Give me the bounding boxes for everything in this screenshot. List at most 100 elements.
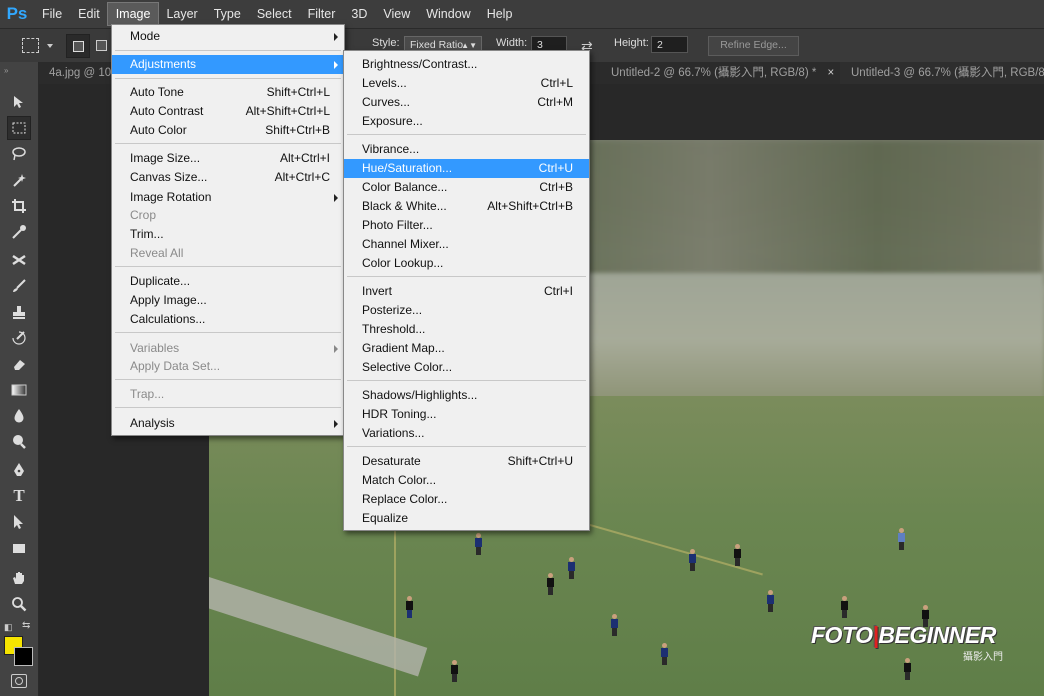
pen-tool-icon[interactable] xyxy=(7,458,31,482)
menu-item-adjustments[interactable]: Adjustments xyxy=(112,55,344,74)
height-input[interactable]: 2 xyxy=(651,36,688,53)
soccer-field xyxy=(209,395,1044,696)
menu-item-trim[interactable]: Trim... xyxy=(112,225,344,244)
menu-item-desaturate[interactable]: Desaturate Shift+Ctrl+U xyxy=(344,452,589,471)
menu-item-posterize[interactable]: Posterize... xyxy=(344,301,589,320)
refine-edge-button[interactable]: Refine Edge... xyxy=(708,36,799,56)
menu-item-apply-image[interactable]: Apply Image... xyxy=(112,291,344,310)
menu-item-canvas-size[interactable]: Canvas Size... Alt+Ctrl+C xyxy=(112,168,344,187)
menu-divider xyxy=(115,266,341,267)
quick-mask-icon[interactable] xyxy=(11,674,27,688)
menu-3d[interactable]: 3D xyxy=(343,0,375,28)
path-selection-tool-icon[interactable] xyxy=(7,510,31,534)
menu-item-apply-data-set: Apply Data Set... xyxy=(130,359,221,373)
blur-tool-icon[interactable] xyxy=(7,404,31,428)
menu-item-mode[interactable]: Mode xyxy=(112,27,344,46)
menu-item-hue-saturation[interactable]: Hue/Saturation... Ctrl+U xyxy=(344,159,589,178)
menu-image[interactable]: Image xyxy=(106,2,160,26)
menu-item-black-white[interactable]: Black & White... Alt+Shift+Ctrl+B xyxy=(344,197,589,216)
menu-divider xyxy=(347,446,586,447)
player xyxy=(568,557,575,579)
eyedropper-tool-icon[interactable] xyxy=(7,220,31,244)
history-brush-tool-icon[interactable] xyxy=(7,326,31,350)
menu-item-image-rotation[interactable]: Image Rotation xyxy=(112,188,344,207)
menu-item-color-balance[interactable]: Color Balance... Ctrl+B xyxy=(344,178,589,197)
eraser-tool-icon[interactable] xyxy=(7,352,31,376)
menu-item-invert[interactable]: Invert Ctrl+I xyxy=(344,282,589,301)
watermark-text: BEGINNER xyxy=(878,622,996,648)
healing-brush-tool-icon[interactable] xyxy=(7,248,31,272)
dodge-tool-icon[interactable] xyxy=(7,430,31,454)
brush-tool-icon[interactable] xyxy=(7,274,31,298)
menu-item-auto-contrast[interactable]: Auto Contrast Alt+Shift+Ctrl+L xyxy=(112,102,344,121)
type-tool-icon[interactable]: T xyxy=(7,484,31,508)
width-label: Width: xyxy=(496,37,528,49)
hand-tool-icon[interactable] xyxy=(7,566,31,590)
menu-item-curves[interactable]: Curves... Ctrl+M xyxy=(344,93,589,112)
clone-stamp-tool-icon[interactable] xyxy=(7,300,31,324)
background-color-swatch[interactable] xyxy=(14,647,33,666)
menu-help[interactable]: Help xyxy=(479,0,521,28)
menu-item-levels[interactable]: Levels... Ctrl+L xyxy=(344,74,589,93)
menu-item-duplicate[interactable]: Duplicate... xyxy=(112,272,344,291)
chevron-down-icon[interactable] xyxy=(47,44,53,48)
marquee-tool-icon[interactable] xyxy=(7,116,31,140)
chevron-right-icon xyxy=(334,33,338,41)
menu-item-brightness-contrast[interactable]: Brightness/Contrast... xyxy=(344,55,589,74)
adjustments-submenu: Brightness/Contrast... Levels... Ctrl+L C… xyxy=(343,50,590,531)
menu-item-match-color[interactable]: Match Color... xyxy=(344,471,589,490)
watermark-text: FOTO xyxy=(811,622,873,648)
menu-item-auto-tone[interactable]: Auto Tone Shift+Ctrl+L xyxy=(112,83,344,102)
height-label: Height: xyxy=(614,37,649,49)
menu-item-image-size[interactable]: Image Size... Alt+Ctrl+I xyxy=(112,149,344,168)
menu-item-hdr-toning[interactable]: HDR Toning... xyxy=(344,405,589,424)
menu-item-gradient-map[interactable]: Gradient Map... xyxy=(344,339,589,358)
menu-window[interactable]: Window xyxy=(418,0,478,28)
menu-item-crop: Crop xyxy=(130,208,157,222)
menu-item-trap: Trap... xyxy=(130,387,165,401)
menu-view[interactable]: View xyxy=(375,0,418,28)
new-selection-button[interactable] xyxy=(66,34,90,58)
add-selection-icon[interactable] xyxy=(96,40,107,51)
zoom-tool-icon[interactable] xyxy=(7,592,31,616)
menu-item-auto-color[interactable]: Auto Color Shift+Ctrl+B xyxy=(112,121,344,140)
collapse-icon[interactable]: » xyxy=(4,66,8,75)
shortcut-text: Ctrl+L xyxy=(540,76,573,90)
tab-label: Untitled-2 @ 66.7% (攝影入門, RGB/8) * xyxy=(611,67,817,79)
menu-item-selective-color[interactable]: Selective Color... xyxy=(344,358,589,377)
move-tool-icon[interactable] xyxy=(7,90,31,114)
menu-item-channel-mixer[interactable]: Channel Mixer... xyxy=(344,235,589,254)
crop-tool-icon[interactable] xyxy=(7,194,31,218)
menu-item-color-lookup[interactable]: Color Lookup... xyxy=(344,254,589,273)
menu-divider xyxy=(115,332,341,333)
tab-untitled-2[interactable]: Untitled-2 @ 66.7% (攝影入門, RGB/8) * × xyxy=(600,62,851,84)
menu-item-threshold[interactable]: Threshold... xyxy=(344,320,589,339)
chevron-right-icon xyxy=(334,420,338,428)
menu-item-vibrance[interactable]: Vibrance... xyxy=(344,140,589,159)
menu-item-variations[interactable]: Variations... xyxy=(344,424,589,443)
menu-divider xyxy=(115,407,341,408)
tab-untitled-3[interactable]: Untitled-3 @ 66.7% (攝影入門, RGB/8 xyxy=(840,62,1044,84)
gradient-tool-icon[interactable] xyxy=(7,378,31,402)
menu-item-equalize[interactable]: Equalize xyxy=(344,509,589,528)
close-icon[interactable]: × xyxy=(828,67,835,79)
rectangle-tool-icon[interactable] xyxy=(7,536,31,560)
tab-label: Untitled-3 @ 66.7% (攝影入門, RGB/8 xyxy=(851,67,1044,79)
menu-divider xyxy=(115,50,341,51)
menu-file[interactable]: File xyxy=(34,0,70,28)
marquee-preset-icon[interactable] xyxy=(22,38,39,53)
lasso-tool-icon[interactable] xyxy=(7,142,31,166)
menu-item-analysis[interactable]: Analysis xyxy=(112,414,344,433)
chevron-right-icon xyxy=(334,194,338,202)
menu-item-calculations[interactable]: Calculations... xyxy=(112,310,344,329)
swap-colors-icon[interactable]: ⇆ xyxy=(22,620,30,631)
menu-item-shadows-highlights[interactable]: Shadows/Highlights... xyxy=(344,386,589,405)
menu-item-replace-color[interactable]: Replace Color... xyxy=(344,490,589,509)
magic-wand-tool-icon[interactable] xyxy=(7,168,31,192)
player xyxy=(767,590,774,612)
default-colors-icon[interactable]: ◧ xyxy=(4,622,13,633)
player xyxy=(547,573,554,595)
menu-item-exposure[interactable]: Exposure... xyxy=(344,112,589,131)
menu-edit[interactable]: Edit xyxy=(70,0,108,28)
menu-item-photo-filter[interactable]: Photo Filter... xyxy=(344,216,589,235)
